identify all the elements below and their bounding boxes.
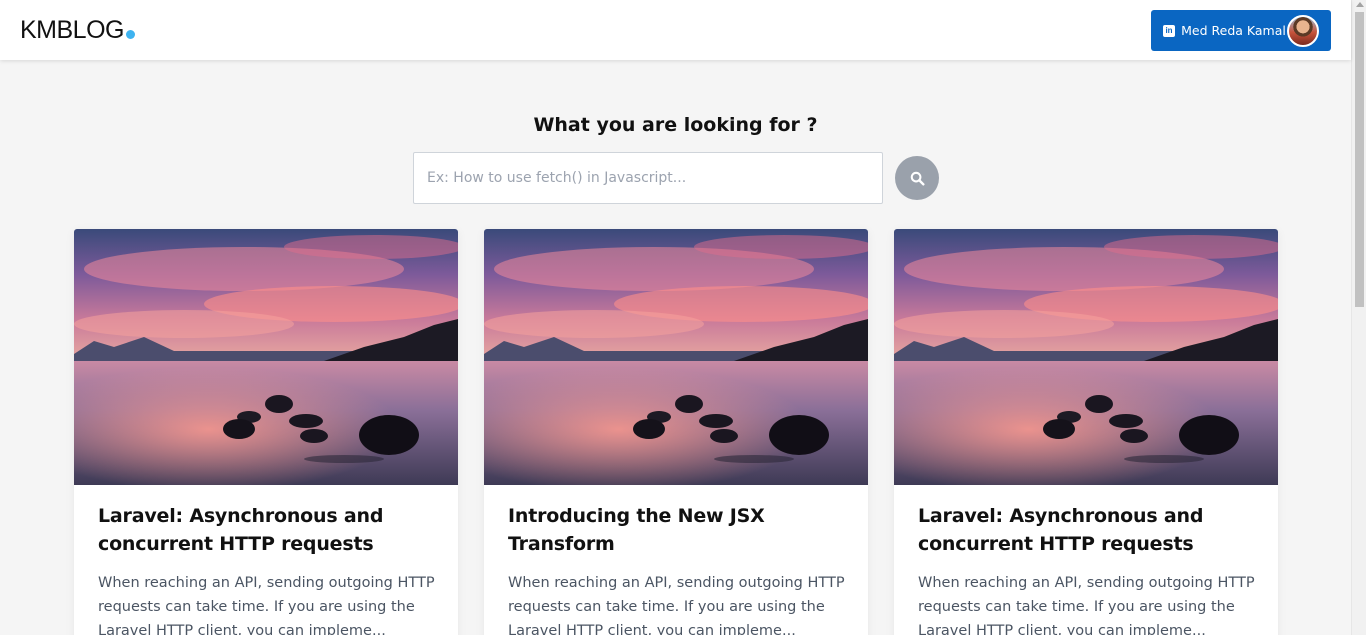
post-card[interactable]: Laravel: Asynchronous and concurrent HTT… [894,229,1278,635]
post-title[interactable]: Laravel: Asynchronous and concurrent HTT… [98,502,438,558]
linkedin-profile-button[interactable]: in Med Reda Kamal [1151,10,1331,51]
logo-dot [125,30,135,39]
logo-text: KMBLOG [20,16,124,44]
post-excerpt: When reaching an API, sending outgoing H… [918,575,1255,635]
post-title[interactable]: Introducing the New JSX Transform [508,502,848,558]
search-input[interactable] [413,152,883,204]
post-cover-image[interactable] [74,229,458,485]
post-cover-image[interactable] [894,229,1278,485]
post-excerpt: When reaching an API, sending outgoing H… [98,575,435,635]
top-navbar: KMBLOG in Med Reda Kamal [0,0,1351,60]
profile-name: Med Reda Kamal [1181,23,1286,38]
post-excerpt: When reaching an API, sending outgoing H… [508,575,845,635]
scrollbar-thumb[interactable] [1355,12,1364,307]
search-icon [910,171,925,186]
post-card[interactable]: Laravel: Asynchronous and concurrent HTT… [74,229,458,635]
search-button[interactable] [895,156,939,200]
site-logo[interactable]: KMBLOG [20,14,135,46]
post-card[interactable]: Introducing the New JSX Transform When r… [484,229,868,635]
avatar [1287,14,1319,47]
scroll-up-arrow-icon[interactable] [1356,2,1364,7]
post-title[interactable]: Laravel: Asynchronous and concurrent HTT… [918,502,1258,558]
search-heading: What you are looking for ? [533,114,818,136]
post-cover-image[interactable] [484,229,868,485]
linkedin-icon: in [1163,24,1175,37]
page-scrollbar[interactable] [1351,0,1366,635]
